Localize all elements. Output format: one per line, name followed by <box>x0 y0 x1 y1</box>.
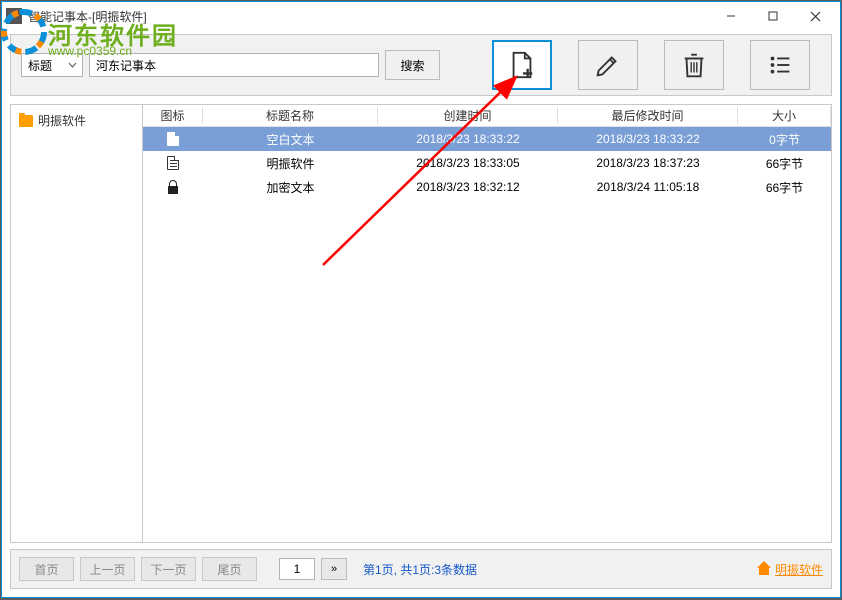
table-row[interactable]: 加密文本2018/3/23 18:32:122018/3/24 11:05:18… <box>143 175 831 199</box>
last-page-button[interactable]: 尾页 <box>202 557 257 581</box>
pagination-status: 第1页, 共1页:3条数据 <box>363 561 477 578</box>
cell-modified: 2018/3/23 18:37:23 <box>558 156 738 170</box>
cell-title: 明振软件 <box>203 155 378 172</box>
toolbar: 标题 搜索 <box>10 34 832 96</box>
new-note-button[interactable] <box>492 40 552 90</box>
cell-title: 空白文本 <box>203 131 378 148</box>
minimize-button[interactable] <box>710 3 752 29</box>
cell-size: 0字节 <box>738 131 831 148</box>
window-title: 智能记事本-[明振软件] <box>28 8 147 25</box>
header-modified[interactable]: 最后修改时间 <box>558 107 738 124</box>
document-icon <box>167 132 179 146</box>
pagination-bar: 首页 上一页 下一页 尾页 » 第1页, 共1页:3条数据 明振软件 <box>10 549 832 589</box>
pencil-icon <box>593 50 623 80</box>
header-size[interactable]: 大小 <box>738 107 831 124</box>
page-number-input[interactable] <box>279 558 315 580</box>
chevron-down-icon <box>68 61 77 70</box>
header-icon[interactable]: 图标 <box>143 107 203 124</box>
cell-created: 2018/3/23 18:33:22 <box>378 132 558 146</box>
app-icon <box>6 8 22 24</box>
search-input[interactable] <box>89 53 379 77</box>
lock-icon <box>168 186 178 194</box>
new-file-icon <box>507 50 537 80</box>
prev-page-button[interactable]: 上一页 <box>80 557 135 581</box>
next-page-button[interactable]: 下一页 <box>141 557 196 581</box>
edit-button[interactable] <box>578 40 638 90</box>
maximize-button[interactable] <box>752 3 794 29</box>
table-row[interactable]: 空白文本2018/3/23 18:33:222018/3/23 18:33:22… <box>143 127 831 151</box>
list-icon <box>765 50 795 80</box>
trash-icon <box>679 50 709 80</box>
vendor-link[interactable]: 明振软件 <box>758 561 823 578</box>
cell-created: 2018/3/23 18:33:05 <box>378 156 558 170</box>
go-page-button[interactable]: » <box>321 558 347 580</box>
cell-size: 66字节 <box>738 179 831 196</box>
tree-item-root[interactable]: 明振软件 <box>13 109 140 132</box>
document-lines-icon <box>167 156 179 170</box>
search-type-select[interactable]: 标题 <box>21 53 83 77</box>
search-type-label: 标题 <box>28 57 52 74</box>
first-page-button[interactable]: 首页 <box>19 557 74 581</box>
table-body: 空白文本2018/3/23 18:33:222018/3/23 18:33:22… <box>143 127 831 199</box>
table-header: 图标 标题名称 创建时间 最后修改时间 大小 <box>143 105 831 127</box>
header-title[interactable]: 标题名称 <box>203 107 378 124</box>
sidebar: 明振软件 <box>11 105 143 542</box>
cell-modified: 2018/3/24 11:05:18 <box>558 180 738 194</box>
cell-created: 2018/3/23 18:32:12 <box>378 180 558 194</box>
vendor-link-label: 明振软件 <box>775 561 823 578</box>
title-bar: 智能记事本-[明振软件] <box>2 2 840 30</box>
cell-title: 加密文本 <box>203 179 378 196</box>
list-view-button[interactable] <box>750 40 810 90</box>
list-view: 图标 标题名称 创建时间 最后修改时间 大小 空白文本2018/3/23 18:… <box>143 105 831 542</box>
cell-size: 66字节 <box>738 155 831 172</box>
search-button[interactable]: 搜索 <box>385 50 440 80</box>
home-icon <box>758 563 772 575</box>
cell-modified: 2018/3/23 18:33:22 <box>558 132 738 146</box>
header-created[interactable]: 创建时间 <box>378 107 558 124</box>
delete-button[interactable] <box>664 40 724 90</box>
folder-icon <box>19 115 33 127</box>
table-row[interactable]: 明振软件2018/3/23 18:33:052018/3/23 18:37:23… <box>143 151 831 175</box>
close-button[interactable] <box>794 3 836 29</box>
content-area: 明振软件 图标 标题名称 创建时间 最后修改时间 大小 空白文本2018/3/2… <box>10 104 832 543</box>
tree-item-label: 明振软件 <box>38 112 86 129</box>
